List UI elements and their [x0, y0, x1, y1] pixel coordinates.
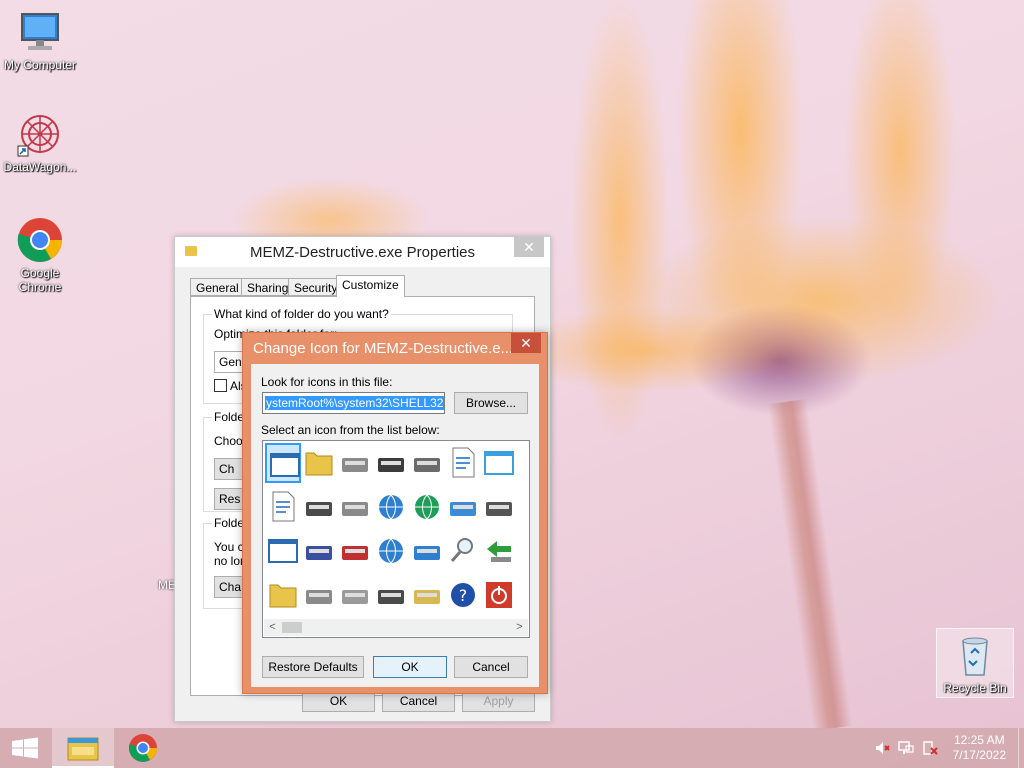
recycle-bin-icon	[951, 631, 999, 679]
look-for-icons-label: Look for icons in this file:	[261, 375, 393, 389]
cancel-button[interactable]: Cancel	[454, 656, 528, 678]
clock-document-icon[interactable]	[445, 443, 481, 483]
desktop-icon-label: DataWagon...	[3, 160, 77, 174]
network-drive-icon[interactable]	[337, 487, 373, 527]
folder-icon[interactable]	[301, 443, 337, 483]
computer-icon[interactable]	[373, 575, 409, 615]
cd-drive-icon[interactable]	[337, 575, 373, 615]
printer-icon[interactable]	[409, 443, 445, 483]
windows-logo-icon	[12, 737, 38, 759]
desktop-icon-google-chrome[interactable]: Google Chrome	[0, 216, 80, 294]
taskbar-clock[interactable]: 12:25 AM 7/17/2022	[953, 733, 1006, 763]
computer-icon[interactable]	[301, 487, 337, 527]
icon-file-path-input[interactable]: ystemRoot%\system32\SHELL32.dll	[262, 392, 445, 414]
control-panel-icon[interactable]	[445, 487, 481, 527]
taskbar: 12:25 AM 7/17/2022	[0, 728, 1024, 768]
tab-general[interactable]: General	[190, 278, 245, 296]
monitor-icon	[16, 8, 64, 56]
network-icon[interactable]	[409, 531, 445, 571]
network-globe-icon[interactable]	[409, 487, 445, 527]
calculator-icon[interactable]	[409, 575, 445, 615]
back-arrow-icon[interactable]	[481, 531, 517, 571]
clock-time: 12:25 AM	[953, 733, 1005, 747]
desktop-icon-my-computer[interactable]: My Computer	[0, 8, 80, 72]
change-icon-dialog: Change Icon for MEMZ-Destructive.e... ✕ …	[242, 332, 548, 694]
change-icon-body: Look for icons in this file: ystemRoot%\…	[251, 364, 539, 687]
tab-sharing[interactable]: Sharing	[241, 278, 295, 296]
network-icon[interactable]	[898, 740, 914, 756]
desktop-icon-recycle-bin[interactable]: Recycle Bin	[936, 628, 1014, 698]
also-apply-checkbox[interactable]	[214, 379, 227, 392]
close-button[interactable]: ✕	[511, 333, 541, 353]
folder-type-label: What kind of folder do you want?	[212, 307, 391, 321]
icon-file-path-text: ystemRoot%\system32\SHELL32.dll	[265, 396, 444, 410]
desktop-icon-label: My Computer	[3, 58, 77, 72]
blank-window-icon[interactable]	[265, 443, 301, 483]
window-icon[interactable]	[265, 531, 301, 571]
save-disk-icon[interactable]	[301, 531, 337, 571]
wallpaper-flower-stem	[767, 398, 853, 732]
start-button[interactable]	[0, 728, 50, 768]
properties-title-bar[interactable]: MEMZ-Destructive.exe Properties ✕	[175, 237, 550, 267]
scroll-right-arrow[interactable]: >	[511, 619, 528, 636]
search-icon[interactable]	[445, 531, 481, 571]
clock-date: 7/17/2022	[952, 748, 1006, 762]
globe-icon[interactable]	[373, 487, 409, 527]
icon-list[interactable]: < > ?	[262, 440, 530, 638]
chrome-icon	[128, 734, 157, 762]
show-desktop-button[interactable]	[1018, 728, 1024, 768]
browse-button[interactable]: Browse...	[454, 392, 528, 414]
datawagon-icon	[16, 110, 64, 158]
globe-mouse-icon[interactable]	[373, 531, 409, 571]
horizontal-scrollbar[interactable]: < >	[264, 619, 528, 636]
document-icon[interactable]	[265, 487, 301, 527]
svg-text:?: ?	[459, 586, 468, 605]
select-icon-label: Select an icon from the list below:	[261, 423, 440, 437]
scroll-thumb[interactable]	[282, 622, 302, 633]
chip-icon[interactable]	[373, 443, 409, 483]
disconnected-drive-icon[interactable]	[337, 531, 373, 571]
chrome-icon	[16, 216, 64, 264]
taskbar-chrome[interactable]	[112, 728, 174, 768]
action-center-icon[interactable]	[922, 740, 938, 756]
desktop-icon-label: Google Chrome	[18, 266, 62, 294]
change-icon-title: Change Icon for MEMZ-Destructive.e...	[253, 340, 513, 357]
help-icon[interactable]: ?	[445, 575, 481, 615]
taskbar-file-explorer[interactable]	[52, 728, 114, 768]
scroll-left-arrow[interactable]: <	[264, 619, 281, 636]
tab-customize[interactable]: Customize	[336, 275, 405, 297]
restore-defaults-button[interactable]: Restore Defaults	[262, 656, 364, 678]
settings-icon[interactable]	[481, 487, 517, 527]
file-explorer-icon	[67, 737, 99, 761]
folder-icon[interactable]	[265, 575, 301, 615]
drive-icon[interactable]	[337, 443, 373, 483]
desktop-icon-datawagon[interactable]: DataWagon...	[0, 110, 80, 174]
volume-muted-icon[interactable]	[874, 740, 890, 756]
desktop-icon-label: Recycle Bin	[943, 681, 1007, 695]
ok-button[interactable]: OK	[373, 656, 447, 678]
drive-icon[interactable]	[301, 575, 337, 615]
monitor-window-icon[interactable]	[481, 443, 517, 483]
power-icon[interactable]	[481, 575, 517, 615]
properties-title: MEMZ-Destructive.exe Properties	[249, 244, 476, 261]
close-button[interactable]: ✕	[514, 237, 544, 257]
